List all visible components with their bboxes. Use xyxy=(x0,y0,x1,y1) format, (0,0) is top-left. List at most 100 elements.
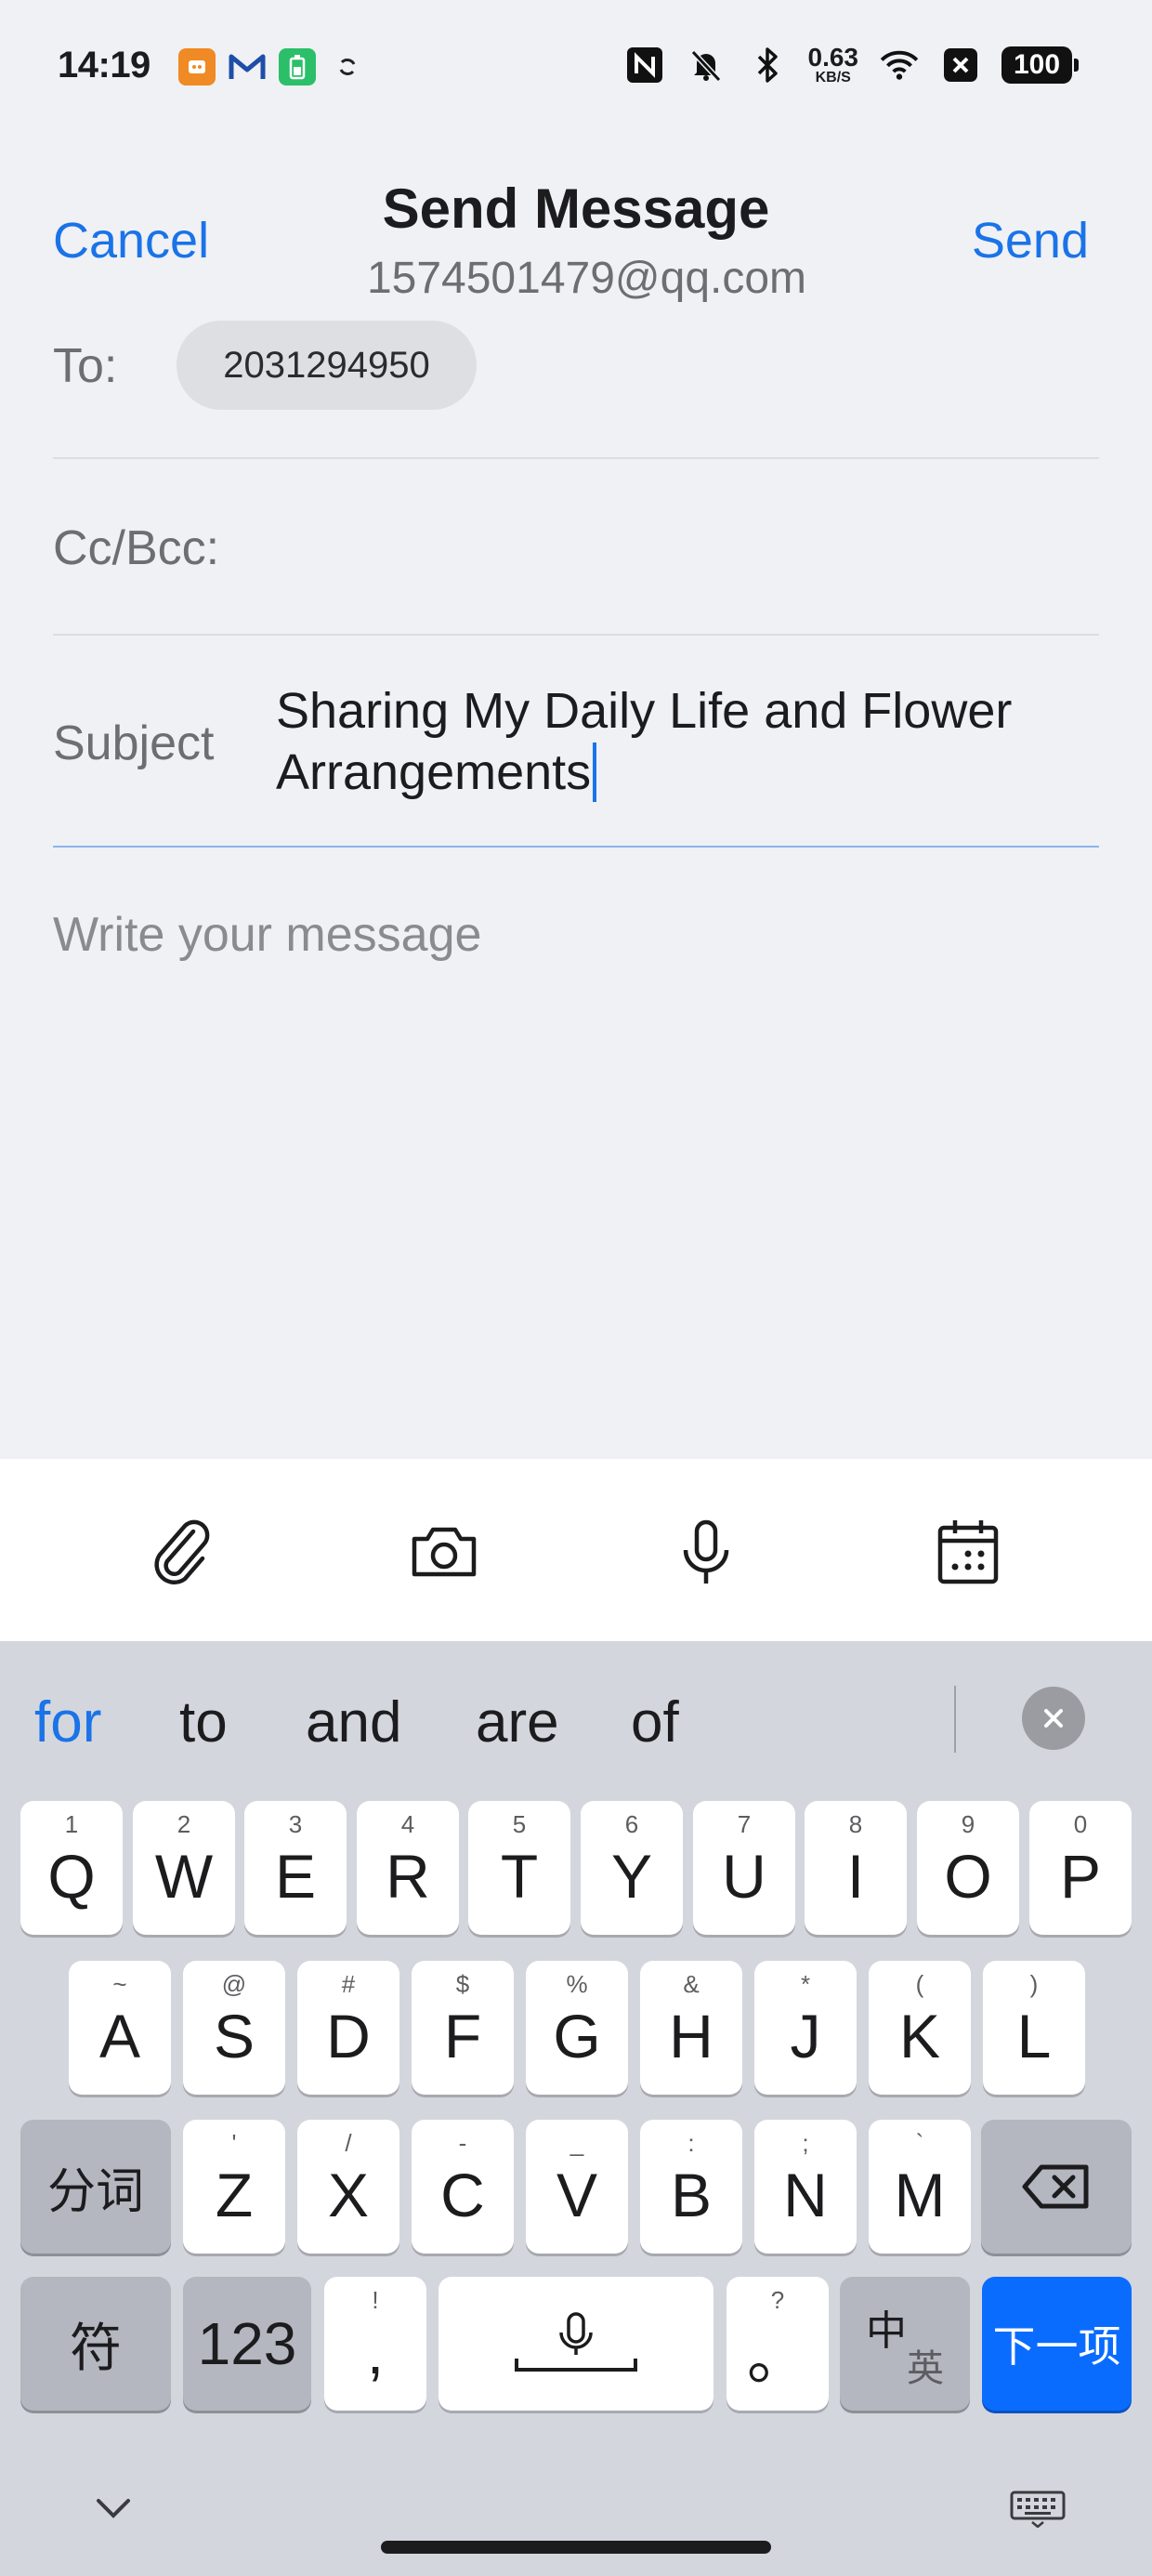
key-hint: ( xyxy=(915,1970,924,1998)
key-label: G xyxy=(553,2002,601,2070)
close-suggestions-icon[interactable] xyxy=(1022,1687,1085,1750)
period-key[interactable]: ?。 xyxy=(727,2277,829,2411)
key-g[interactable]: % G xyxy=(526,1961,628,2095)
status-time: 14:19 xyxy=(58,45,151,85)
divider xyxy=(53,457,1099,459)
key-label: H xyxy=(669,2002,713,2070)
text-cursor xyxy=(593,743,597,802)
suggestion-item[interactable]: to xyxy=(179,1689,228,1755)
subject-value: Sharing My Daily Life and Flower Arrange… xyxy=(276,683,1013,800)
hide-keyboard-icon[interactable] xyxy=(85,2485,141,2531)
cc-bcc-label[interactable]: Cc/Bcc: xyxy=(53,520,219,576)
language-switch-key[interactable]: 中 英 xyxy=(840,2277,970,2411)
paperclip-icon[interactable] xyxy=(137,1507,227,1597)
status-bar: 14:19 0.63 KB/S 100 xyxy=(0,0,1152,139)
key-o[interactable]: 9O xyxy=(917,1801,1019,1935)
key-v[interactable]: _ V xyxy=(526,2120,628,2254)
key-hint: ) xyxy=(1029,1970,1039,1998)
key-l[interactable]: ) L xyxy=(983,1961,1085,2095)
key-hint: ; xyxy=(802,2129,809,2157)
key-m[interactable]: ` M xyxy=(869,2120,971,2254)
key-hint: 0 xyxy=(1073,1810,1088,1838)
key-label: R xyxy=(386,1842,430,1911)
key-k[interactable]: (K xyxy=(869,1961,971,2095)
key-label: Y xyxy=(610,1842,653,1911)
suggestion-item[interactable]: and xyxy=(306,1689,401,1755)
key-label: C xyxy=(440,2161,485,2229)
subject-input[interactable]: Sharing My Daily Life and Flower Arrange… xyxy=(276,680,1093,803)
nfc-icon xyxy=(624,45,665,85)
key-i[interactable]: 8I xyxy=(805,1801,907,1935)
key-label: E xyxy=(274,1842,317,1911)
key-z[interactable]: ' Z xyxy=(183,2120,285,2254)
battery-app-icon xyxy=(279,48,316,85)
key-hint: 6 xyxy=(624,1810,639,1838)
attachment-toolbar xyxy=(0,1459,1152,1641)
key-label: O xyxy=(944,1842,992,1911)
key-f[interactable]: $ F xyxy=(412,1961,514,2095)
key-c[interactable]: -C xyxy=(412,2120,514,2254)
key-label: A xyxy=(98,2002,141,2070)
key-hint: 9 xyxy=(961,1810,975,1838)
key-q[interactable]: 1Q xyxy=(20,1801,123,1935)
key-label: S xyxy=(213,2002,255,2070)
status-right: 0.63 KB/S 100 xyxy=(624,45,1079,85)
key-hint: $ xyxy=(455,1970,470,1998)
key-w[interactable]: 2W xyxy=(133,1801,235,1935)
key-x[interactable]: / X xyxy=(297,2120,399,2254)
key-label: U xyxy=(722,1842,766,1911)
key-s[interactable]: @ S xyxy=(183,1961,285,2095)
key-n[interactable]: ; N xyxy=(754,2120,857,2254)
sync-icon xyxy=(329,48,366,85)
next-key[interactable]: 下一项 xyxy=(982,2277,1132,2411)
key-e[interactable]: 3E xyxy=(244,1801,347,1935)
key-p[interactable]: 0P xyxy=(1029,1801,1132,1935)
key-r[interactable]: 4R xyxy=(357,1801,459,1935)
key-hint: ` xyxy=(915,2129,924,2157)
network-speed: 0.63 KB/S xyxy=(808,45,859,85)
key-hint: 8 xyxy=(848,1810,863,1838)
key-t[interactable]: 5T xyxy=(468,1801,570,1935)
key-label: K xyxy=(898,2002,941,2070)
segment-key[interactable]: 分词 xyxy=(20,2120,171,2254)
key-hint: 3 xyxy=(288,1810,303,1838)
subject-underline xyxy=(53,846,1099,848)
suggestion-item[interactable]: of xyxy=(631,1689,679,1755)
suggestion-item[interactable]: for xyxy=(34,1689,101,1755)
camera-icon[interactable] xyxy=(399,1507,489,1597)
keyboard-switch-icon[interactable] xyxy=(1008,2487,1067,2531)
key-hint: 2 xyxy=(177,1810,191,1838)
send-button[interactable]: Send xyxy=(972,212,1089,269)
microphone-icon[interactable] xyxy=(661,1507,751,1597)
lang-main: 中 xyxy=(866,2308,907,2354)
key-d[interactable]: # D xyxy=(297,1961,399,2095)
symbols-key[interactable]: 符 xyxy=(20,2277,171,2411)
x-app-icon xyxy=(940,45,981,85)
space-key[interactable] xyxy=(439,2277,713,2411)
key-j[interactable]: * J xyxy=(754,1961,857,2095)
lang-sub: 英 xyxy=(907,2348,944,2389)
message-body-input[interactable]: Write your message xyxy=(53,907,481,963)
key-y[interactable]: 6Y xyxy=(581,1801,683,1935)
key-hint: 1 xyxy=(64,1810,79,1838)
key-u[interactable]: 7U xyxy=(693,1801,795,1935)
suggestion-item[interactable]: are xyxy=(476,1689,559,1755)
key-label: L xyxy=(1016,2002,1052,2070)
recipient-chip[interactable]: 2031294950 xyxy=(177,321,477,410)
notification-icons xyxy=(178,48,366,85)
key-label: F xyxy=(443,2002,482,2070)
calendar-icon[interactable] xyxy=(923,1507,1013,1597)
key-b[interactable]: :B xyxy=(640,2120,742,2254)
key-hint: : xyxy=(687,2129,695,2157)
numbers-key[interactable]: 123 xyxy=(183,2277,311,2411)
key-label: Z xyxy=(215,2161,254,2229)
home-indicator[interactable] xyxy=(381,2541,771,2554)
key-hint: 5 xyxy=(512,1810,527,1838)
backspace-key[interactable] xyxy=(981,2120,1132,2254)
key-hint: 4 xyxy=(400,1810,415,1838)
key-label: P xyxy=(1059,1842,1102,1911)
net-speed-unit: KB/S xyxy=(815,70,851,85)
key-a[interactable]: ~ A xyxy=(69,1961,171,2095)
key-h[interactable]: & H xyxy=(640,1961,742,2095)
comma-key[interactable]: !, xyxy=(324,2277,426,2411)
